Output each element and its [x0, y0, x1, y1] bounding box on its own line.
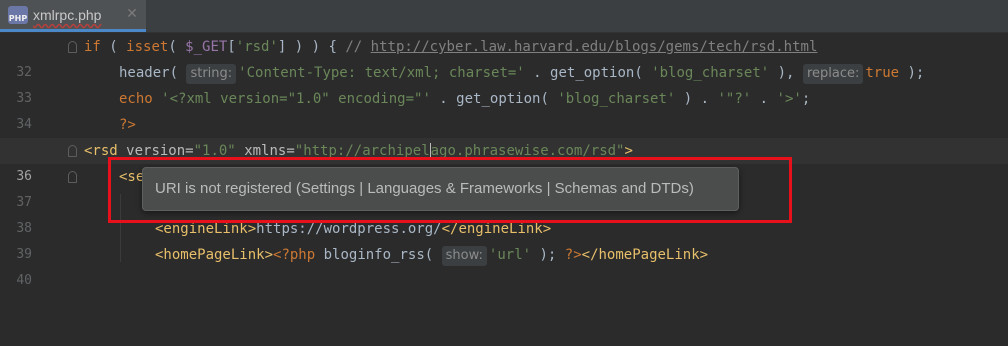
tab-xmlrpc-php[interactable]: PHP xmlrpc.php ✕	[0, 0, 146, 32]
php-open-tag: <?php	[273, 247, 316, 263]
code-editor[interactable]: 32 if ( isset( $_GET['rsd'] ) ) { // htt…	[0, 34, 1008, 288]
function-get-option: get_option(	[456, 91, 549, 107]
code-line-39[interactable]: 39 <engineLink>https://wordpress.org/</e…	[0, 216, 1008, 262]
code-text: );	[899, 65, 925, 81]
close-icon[interactable]: ✕	[124, 6, 140, 22]
xmlns-url[interactable]: "http://archipel	[295, 143, 430, 159]
php-close-tag: ?>	[119, 117, 136, 133]
tab-filename: xmlrpc.php	[33, 7, 102, 23]
xml-tag-close: </homePageLink>	[581, 247, 709, 263]
string-literal: 'url'	[488, 247, 532, 263]
xml-attribute-value: "1.0"	[193, 143, 236, 159]
line-number: 40	[16, 273, 32, 288]
function-bloginfo-rss: bloginfo_rss(	[315, 247, 434, 263]
code-line-36[interactable]: 36 <rsd version="1.0" xmlns="http://arch…	[0, 138, 1008, 184]
uri-not-registered-tooltip[interactable]: URI is not registered (Settings | Langua…	[142, 167, 739, 211]
xml-tag-open: <engineLink>	[155, 221, 257, 237]
php-file-icon: PHP	[8, 6, 28, 24]
xml-tag-open: <homePageLink>	[155, 247, 274, 263]
fold-marker-icon[interactable]	[68, 41, 77, 53]
xmlns-url[interactable]: ago.phrasewise.com/rsd"	[431, 143, 625, 159]
string-literal: '<?xml version="1.0" encoding="'	[161, 91, 431, 107]
code-text: [	[227, 39, 236, 55]
code-text: ) .	[675, 91, 718, 107]
code-text: );	[531, 247, 565, 263]
code-line-33[interactable]: 33 header( string: 'Content-Type: text/xm…	[0, 60, 1008, 106]
xml-tag-close: >	[624, 143, 633, 159]
function-get-option: get_option(	[550, 65, 643, 81]
code-text: .	[524, 65, 551, 81]
string-literal: 'rsd'	[235, 39, 278, 55]
xml-attribute: version=	[126, 143, 194, 159]
parameter-hint: string:	[186, 64, 237, 84]
code-line-34[interactable]: 34 echo '<?xml version="1.0" encoding="'…	[0, 86, 1008, 132]
keyword-if: if	[84, 39, 101, 55]
string-literal: 'blog_charset'	[651, 65, 770, 81]
code-line-32[interactable]: 32 if ( isset( $_GET['rsd'] ) ) { // htt…	[0, 34, 1008, 80]
code-text: ;	[801, 91, 811, 107]
code-text: .	[430, 91, 457, 107]
function-header: header(	[119, 65, 179, 81]
keyword-echo: echo	[119, 91, 153, 107]
comment: //	[345, 39, 371, 55]
parameter-hint: show:	[441, 246, 487, 266]
function-isset: isset	[126, 39, 169, 55]
string-literal: '>'	[776, 91, 802, 107]
php-close-tag: ?>	[564, 247, 582, 263]
code-text: (	[100, 39, 127, 55]
editor-tab-bar: PHP xmlrpc.php ✕	[0, 0, 1008, 33]
keyword-true: true	[865, 65, 900, 81]
xml-attribute: xmlns=	[244, 143, 295, 159]
fold-marker-icon[interactable]	[68, 171, 77, 183]
code-text: ] ) ) {	[277, 39, 346, 55]
fold-marker-icon[interactable]	[68, 145, 77, 157]
xml-tag-close: </engineLink>	[441, 221, 552, 237]
comment-url-link[interactable]: http://cyber.law.harvard.edu/blogs/gems/…	[371, 39, 818, 55]
xml-tag-open: <rsd	[84, 143, 127, 159]
string-literal: 'Content-Type: text/xml; charset='	[238, 65, 525, 81]
xml-text: https://wordpress.org/	[256, 221, 442, 237]
code-text: ),	[769, 65, 795, 81]
code-text: (	[168, 39, 186, 55]
code-line-35[interactable]: 35 ?>	[0, 112, 1008, 158]
string-literal: '"?'	[717, 91, 752, 107]
code-text: .	[751, 91, 777, 107]
string-literal: 'blog_charset'	[557, 91, 676, 107]
parameter-hint: replace:	[802, 64, 864, 84]
code-line-40[interactable]: 40 <homePageLink><?php bloginfo_rss( sho…	[0, 242, 1008, 288]
variable-get: $_GET	[185, 39, 228, 55]
